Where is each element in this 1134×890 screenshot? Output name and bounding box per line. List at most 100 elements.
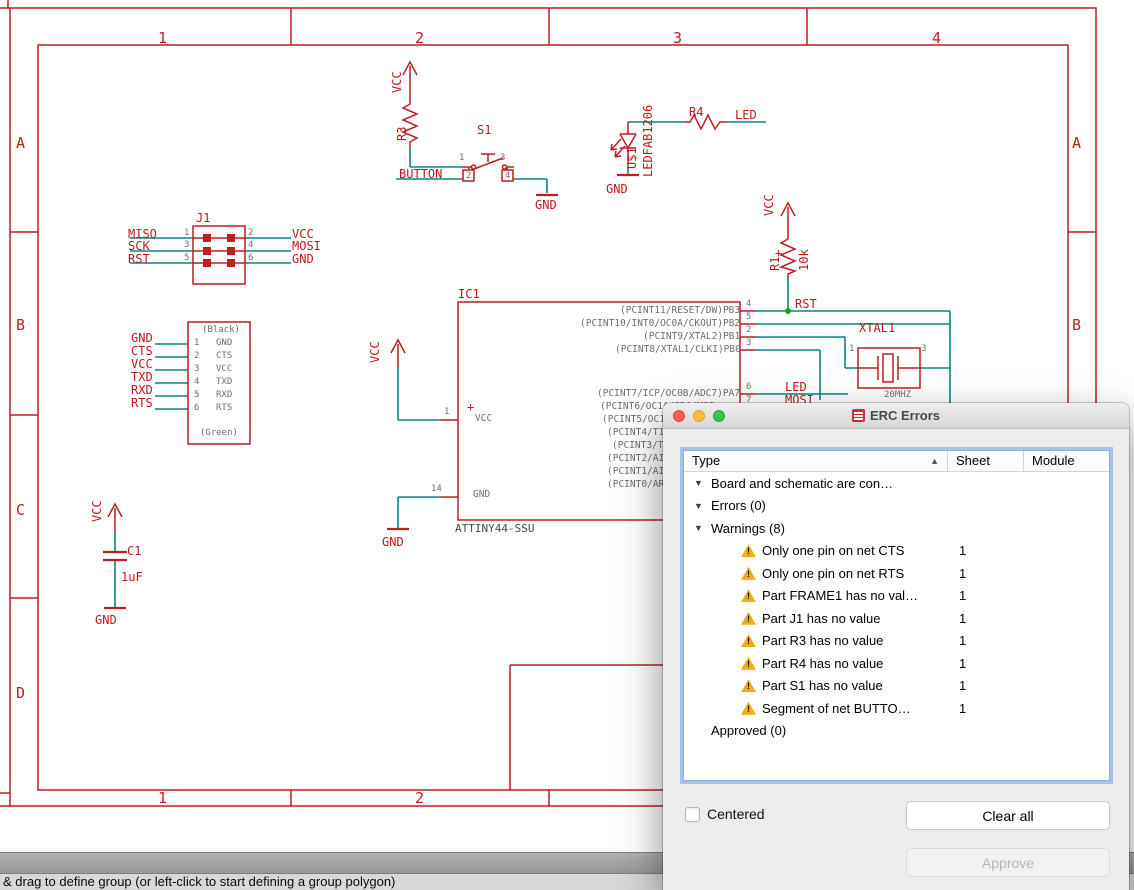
disclosure-triangle-icon[interactable]: ▼	[694, 478, 706, 488]
schematic-label: RXD	[216, 390, 233, 400]
erc-row-list: ▼ Board and schematic are con… ▼ Errors (0)…	[684, 472, 1109, 742]
erc-warning-text: Only one pin on net CTS	[762, 543, 905, 559]
erc-warning-text: Only one pin on net RTS	[762, 565, 905, 581]
schematic-label: 6	[194, 403, 200, 413]
schematic-label: 3	[184, 240, 190, 250]
schematic-label: VCC	[390, 71, 404, 93]
schematic-label: LED	[785, 380, 807, 394]
erc-sheet-cell: 1	[959, 633, 967, 649]
erc-warning-row[interactable]: ! Only one pin on net CTS 1	[684, 540, 1109, 563]
erc-group-cell: ▼ Board and schematic are con…	[684, 476, 947, 491]
schematic-label: VCC	[762, 194, 776, 216]
schematic-label: 2	[746, 325, 752, 335]
schematic-label: 6	[746, 382, 752, 392]
erc-warning-text: Part FRAME1 has no val…	[762, 588, 919, 604]
schematic-label: GND	[131, 331, 153, 345]
erc-group-row[interactable]: ▼ Warnings (8)	[684, 517, 1109, 540]
frame-row-label: B	[1072, 316, 1082, 334]
disclosure-triangle-icon[interactable]: ▼	[694, 523, 706, 533]
frame-row-label: A	[1072, 134, 1082, 152]
frame-row-label: B	[16, 316, 26, 334]
erc-sheet-cell: 1	[959, 678, 967, 694]
frame-column-label: 2	[415, 29, 425, 47]
schematic-label: GND	[292, 252, 314, 266]
minimize-button[interactable]	[693, 409, 705, 422]
schematic-label: RTS	[216, 403, 233, 413]
erc-group-label: Errors (0)	[711, 498, 766, 514]
schematic-label: RTS	[131, 396, 153, 410]
erc-warning-text: Part R3 has no value	[762, 633, 884, 649]
erc-group-label: Approved (0)	[711, 723, 787, 739]
erc-warning-row[interactable]: ! Part S1 has no value 1	[684, 675, 1109, 698]
erc-group-row[interactable]: ▼ Errors (0)	[684, 495, 1109, 518]
schematic-label: 3	[194, 364, 200, 374]
erc-warning-cell: ! Segment of net BUTTO…	[684, 701, 947, 716]
erc-group-cell: Approved (0)	[684, 723, 947, 738]
disclosure-triangle-icon[interactable]: ▼	[694, 501, 706, 511]
schematic-label: LEDFAB1206	[641, 104, 655, 177]
erc-warning-row[interactable]: ! Part FRAME1 has no val… 1	[684, 585, 1109, 608]
column-header-type[interactable]: Type ▲	[684, 451, 947, 471]
sort-ascending-icon: ▲	[930, 456, 939, 466]
approve-button[interactable]: Approve	[906, 848, 1110, 877]
schematic-label: RXD	[131, 383, 153, 397]
column-header-sheet[interactable]: Sheet	[947, 451, 1023, 471]
warning-icon: !	[741, 701, 756, 715]
frame-column-label: 1	[158, 789, 168, 807]
schematic-label: 1	[459, 153, 465, 163]
schematic-label: GND	[95, 613, 117, 627]
erc-group-row[interactable]: ▼ Board and schematic are con…	[684, 472, 1109, 495]
schematic-label: IC1	[458, 287, 480, 301]
erc-warning-text: Part J1 has no value	[762, 610, 881, 626]
window-titlebar[interactable]: ERC Errors	[663, 403, 1129, 429]
schematic-label: 3	[921, 344, 927, 354]
close-button[interactable]	[673, 409, 685, 422]
clear-all-button[interactable]: Clear all	[906, 801, 1110, 830]
schematic-label: R3	[395, 126, 409, 141]
erc-warning-row[interactable]: ! Only one pin on net RTS 1	[684, 562, 1109, 585]
erc-warning-row[interactable]: ! Part J1 has no value 1	[684, 607, 1109, 630]
schematic-label: 3	[500, 153, 506, 163]
erc-sheet-cell: 1	[959, 655, 967, 671]
erc-warning-row[interactable]: ! Segment of net BUTTO… 1	[684, 697, 1109, 720]
frame-row-label: D	[16, 684, 26, 702]
erc-warning-cell: ! Part R3 has no value	[684, 633, 947, 648]
schematic-label: 4	[194, 377, 200, 387]
schematic-label: 5	[746, 312, 752, 322]
column-header-module-label: Module	[1032, 453, 1075, 468]
erc-warning-text: Part R4 has no value	[762, 655, 884, 671]
erc-errors-window: ERC Errors Type ▲ Sheet Module ▼ Board an…	[663, 403, 1129, 890]
column-header-module[interactable]: Module	[1023, 451, 1109, 471]
schematic-label: 1	[444, 407, 450, 417]
schematic-label: 6	[248, 253, 254, 263]
erc-table[interactable]: Type ▲ Sheet Module ▼ Board and schematic…	[683, 450, 1110, 781]
schematic-label: GND	[606, 182, 628, 196]
centered-checkbox-label: Centered	[707, 806, 765, 822]
schematic-label: GND	[473, 489, 491, 500]
erc-sheet-cell: 1	[959, 588, 967, 604]
schematic-label: GND	[216, 338, 233, 348]
warning-icon: !	[741, 589, 756, 603]
zoom-button[interactable]	[713, 409, 725, 422]
schematic-label: R4	[689, 105, 704, 119]
warning-icon: !	[741, 611, 756, 625]
schematic-label: SCK	[128, 239, 150, 253]
erc-warning-row[interactable]: ! Part R4 has no value 1	[684, 652, 1109, 675]
schematic-label: (PCINT8/XTAL1/CLKI)PB0	[615, 344, 741, 355]
erc-warning-cell: ! Part S1 has no value	[684, 678, 947, 693]
erc-dialog-body: Type ▲ Sheet Module ▼ Board and schematic…	[663, 429, 1129, 890]
schematic-label: C1	[127, 544, 142, 558]
schematic-label: 2	[194, 351, 200, 361]
schematic-label: (PCINT11/RESET/DW)PB3	[620, 305, 741, 316]
schematic-label: +	[467, 400, 475, 414]
schematic-label: VCC	[90, 500, 104, 522]
centered-checkbox[interactable]	[685, 806, 700, 822]
warning-icon: !	[741, 544, 756, 558]
schematic-label: 5	[194, 390, 200, 400]
erc-warning-row[interactable]: ! Part R3 has no value 1	[684, 630, 1109, 653]
schematic-label: S1	[477, 123, 492, 137]
schematic-label: (PCINT3/T	[612, 440, 664, 451]
schematic-label: 3	[746, 338, 752, 348]
erc-group-row[interactable]: Approved (0)	[684, 720, 1109, 743]
erc-sheet-cell: 1	[959, 543, 967, 559]
